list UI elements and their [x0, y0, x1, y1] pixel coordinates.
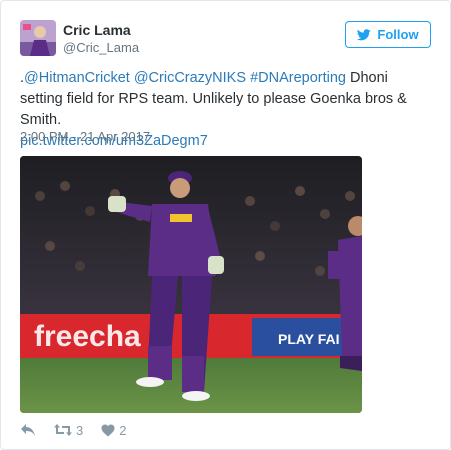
hashtag-link[interactable]: #DNAreporting	[250, 70, 346, 86]
like-count: 2	[119, 422, 127, 438]
retweet-button[interactable]: 3	[54, 423, 83, 438]
retweet-icon	[54, 424, 72, 436]
user-handle[interactable]: @Cric_Lama	[63, 40, 139, 55]
tweet-photo[interactable]: freecha PLAY FAI	[20, 156, 362, 413]
cricket-photo-image: freecha PLAY FAI	[20, 156, 362, 413]
tweet-actions: 3 2	[20, 421, 144, 439]
retweet-count: 3	[76, 422, 84, 438]
tweet-card: Cric Lama @Cric_Lama Follow .@HitmanCric…	[0, 0, 451, 450]
follow-label: Follow	[377, 27, 419, 42]
bird-icon	[357, 28, 372, 40]
svg-text:PLAY FAI: PLAY FAI	[278, 331, 339, 347]
avatar[interactable]	[20, 20, 56, 56]
reply-button[interactable]	[20, 423, 36, 437]
svg-text:freecha: freecha	[34, 320, 141, 353]
like-button[interactable]: 2	[101, 423, 126, 438]
mention-link[interactable]: @CricCrazyNIKS	[134, 70, 246, 86]
timestamp[interactable]: 2:00 PM - 21 Apr 2017	[20, 129, 150, 144]
display-name[interactable]: Cric Lama	[63, 22, 131, 38]
follow-button[interactable]: Follow	[345, 21, 431, 48]
heart-icon	[101, 424, 115, 436]
reply-icon	[21, 424, 35, 436]
mention-link[interactable]: @HitmanCricket	[24, 70, 130, 86]
